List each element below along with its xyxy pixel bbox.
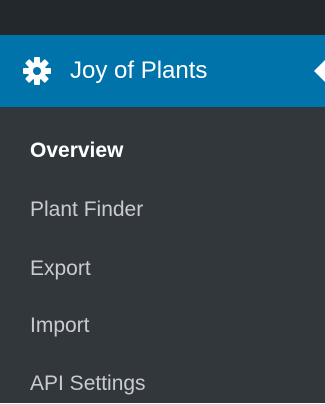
menu-title: Joy of Plants [70,57,208,84]
submenu: Overview Plant Finder Export Import API … [0,107,325,403]
menu-item-joy-of-plants[interactable]: Joy of Plants [0,35,325,107]
submenu-item-overview[interactable]: Overview [30,131,123,171]
sidebar-top-strip [0,0,325,35]
submenu-item-import[interactable]: Import [30,306,90,346]
admin-sidebar: Joy of Plants Overview Plant Finder Expo… [0,0,325,403]
current-menu-pointer [314,60,325,82]
submenu-item-plant-finder[interactable]: Plant Finder [30,190,143,230]
submenu-item-api-settings[interactable]: API Settings [30,364,146,404]
gear-icon [23,57,51,85]
submenu-item-export[interactable]: Export [30,249,91,289]
